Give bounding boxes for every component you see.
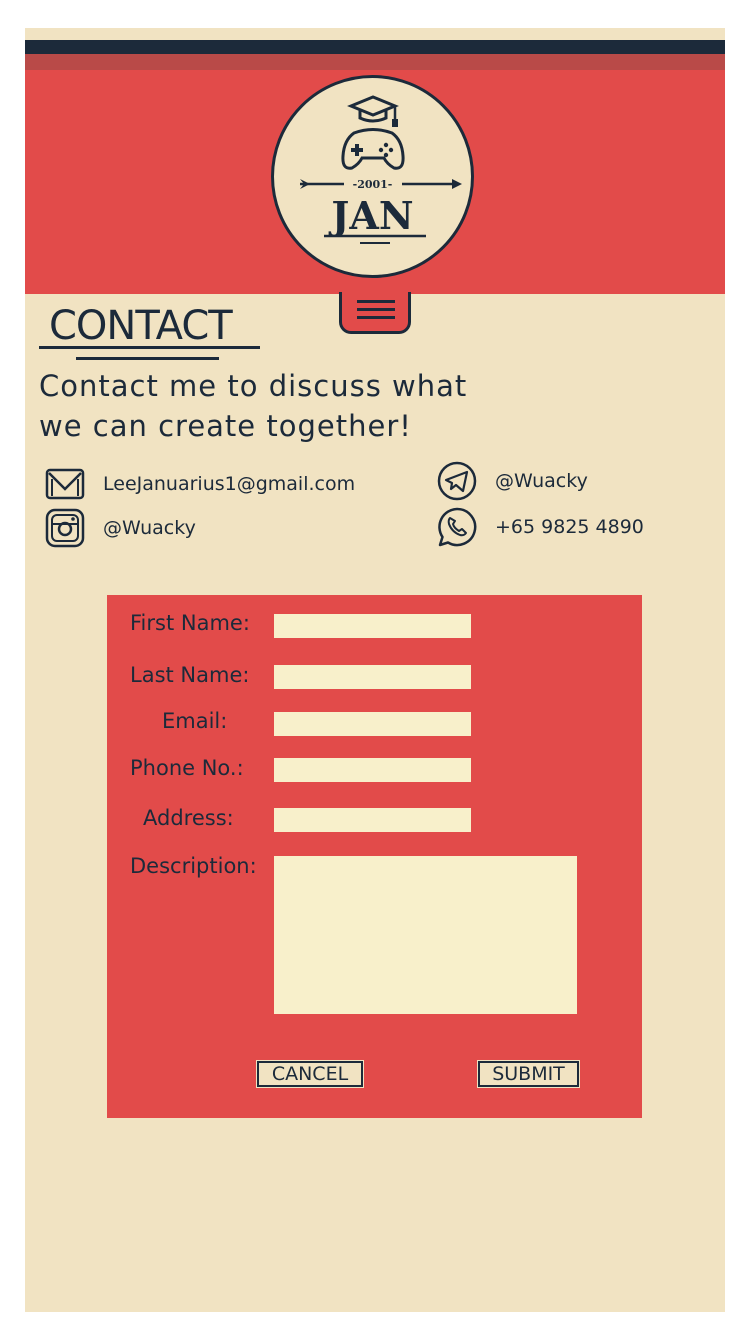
- phone-input[interactable]: [274, 758, 471, 782]
- first-name-input[interactable]: [274, 614, 471, 638]
- hamburger-menu-button[interactable]: [339, 292, 411, 334]
- title-underline: [39, 346, 260, 349]
- email-input[interactable]: [274, 712, 471, 736]
- page: -2001- JAN CONTACT Contact me to discuss…: [25, 28, 725, 1312]
- email-contact[interactable]: LeeJanuarius1@gmail.com: [43, 464, 355, 504]
- last-name-label: Last Name:: [130, 663, 250, 687]
- intro-text: Contact me to discuss what we can create…: [39, 366, 559, 446]
- logo-year: -2001-: [352, 178, 393, 191]
- email-label: Email:: [162, 709, 228, 733]
- whatsapp-contact[interactable]: +65 9825 4890: [435, 507, 644, 547]
- phone-label: Phone No.:: [130, 756, 244, 780]
- intro-line-1: Contact me to discuss what: [39, 369, 468, 403]
- description-label: Description:: [130, 854, 257, 878]
- graduation-gamepad-icon: [300, 95, 462, 244]
- contact-form: First Name: Last Name: Email: Phone No.:…: [107, 595, 642, 1118]
- telegram-contact[interactable]: @Wuacky: [435, 461, 588, 501]
- logo-name: JAN: [331, 193, 414, 238]
- whatsapp-icon: [435, 507, 479, 547]
- title-underline-short: [76, 357, 219, 360]
- top-bar: [25, 40, 725, 54]
- instagram-contact[interactable]: @Wuacky: [43, 508, 196, 548]
- description-textarea[interactable]: [274, 856, 577, 1014]
- mail-icon: [43, 464, 87, 504]
- phone-number: +65 9825 4890: [495, 516, 644, 538]
- logo[interactable]: -2001- JAN: [271, 75, 474, 278]
- submit-button[interactable]: SUBMIT: [477, 1060, 580, 1088]
- instagram-handle: @Wuacky: [103, 517, 196, 539]
- cancel-button[interactable]: CANCEL: [256, 1060, 364, 1088]
- address-label: Address:: [143, 806, 234, 830]
- telegram-icon: [435, 461, 479, 501]
- intro-line-2: we can create together!: [39, 409, 412, 443]
- first-name-label: First Name:: [130, 611, 250, 635]
- telegram-handle: @Wuacky: [495, 470, 588, 492]
- email-address: LeeJanuarius1@gmail.com: [103, 473, 356, 495]
- menu-line-icon: [357, 308, 395, 311]
- menu-line-icon: [357, 300, 395, 303]
- instagram-icon: [43, 508, 87, 548]
- page-title: CONTACT: [49, 303, 233, 349]
- last-name-input[interactable]: [274, 665, 471, 689]
- banner-shadow: [25, 54, 725, 70]
- address-input[interactable]: [274, 808, 471, 832]
- menu-line-icon: [357, 316, 395, 319]
